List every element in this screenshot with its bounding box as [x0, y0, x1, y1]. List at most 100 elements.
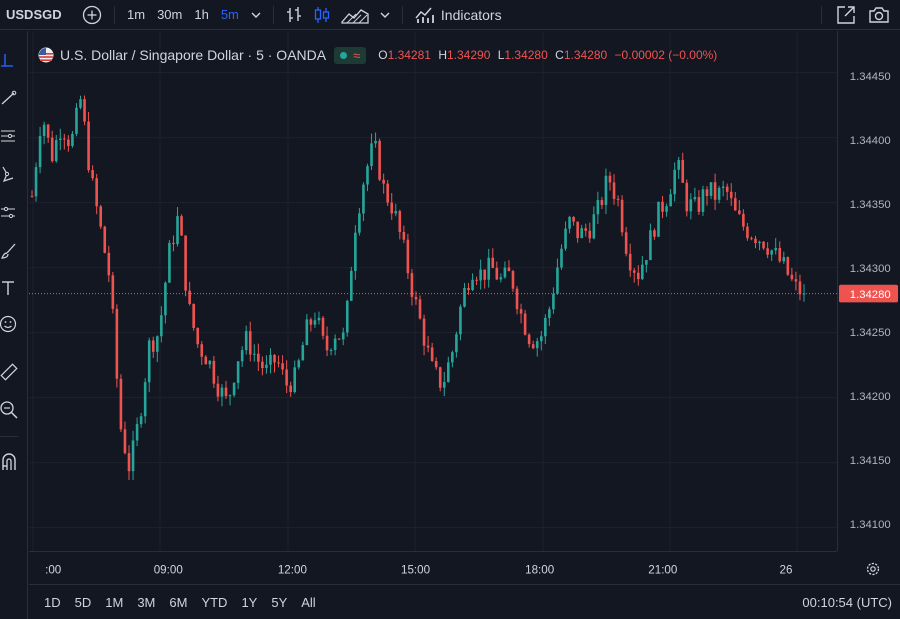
range-1y-button[interactable]: 1Y: [234, 595, 264, 610]
zoom-tool-button[interactable]: [0, 399, 18, 421]
magnet-icon: [2, 453, 16, 470]
chevron-down-icon: [380, 12, 390, 18]
interval-1h-button[interactable]: 1h: [188, 0, 214, 30]
candle: [754, 235, 757, 249]
candle-body: [564, 228, 567, 249]
utc-clock[interactable]: 00:10:54 (UTC): [802, 595, 892, 610]
candle: [261, 356, 264, 376]
time-scale[interactable]: :00 09:00 12:00 15:00 18:00 21:00 26: [29, 551, 837, 584]
chart-title[interactable]: U.S. Dollar / Singapore Dollar · 5 · OAN…: [60, 47, 326, 63]
candle: [786, 256, 790, 277]
candle: [750, 236, 753, 241]
add-symbol-button[interactable]: [76, 0, 108, 30]
candle: [103, 225, 107, 254]
magnet-tool-button[interactable]: [0, 451, 18, 473]
candle: [653, 228, 656, 240]
interval-1m-button[interactable]: 1m: [121, 0, 151, 30]
candle-body: [345, 300, 349, 333]
interval-dropdown-button[interactable]: [245, 0, 267, 30]
candle: [127, 445, 131, 481]
range-ytd-button[interactable]: YTD: [194, 595, 234, 610]
candle-body: [75, 107, 78, 134]
candle: [147, 337, 151, 393]
candle: [236, 361, 240, 390]
candle-body: [370, 143, 373, 167]
candle: [463, 282, 466, 308]
candle: [531, 340, 535, 350]
range-5y-button[interactable]: 5Y: [264, 595, 294, 610]
candle-body: [398, 211, 402, 233]
candle: [645, 259, 648, 273]
candle: [305, 314, 309, 346]
interval-5m-button[interactable]: 5m: [215, 0, 245, 30]
candle: [641, 255, 644, 281]
range-3m-button[interactable]: 3M: [130, 595, 162, 610]
price-tick-label: 1.34150: [850, 455, 891, 467]
candle-body: [127, 453, 131, 472]
candle-body: [568, 216, 571, 229]
candle-body: [657, 201, 660, 237]
indicators-button[interactable]: Indicators: [409, 0, 508, 30]
pattern-tool-button[interactable]: [0, 163, 18, 185]
candle: [192, 303, 195, 331]
candle-body: [535, 341, 539, 349]
symbol-search-button[interactable]: USDSGD: [0, 0, 76, 30]
chart-style-dropdown-button[interactable]: [374, 0, 396, 30]
brush-tool-button[interactable]: [0, 240, 18, 262]
price-chart[interactable]: [29, 31, 837, 551]
candle: [406, 233, 410, 280]
candle-body: [681, 160, 685, 183]
fib-tool-button[interactable]: [0, 125, 18, 147]
candle-body: [204, 356, 208, 365]
candle: [46, 123, 50, 143]
candle-body: [475, 279, 478, 281]
candle: [539, 330, 543, 351]
candle: [281, 355, 284, 375]
zoom-icon: [0, 401, 18, 419]
forecast-tool-button[interactable]: [0, 202, 18, 224]
bar-style-button[interactable]: [280, 0, 308, 30]
candle-body: [188, 290, 191, 304]
candle-body: [196, 327, 200, 345]
candle: [576, 221, 579, 243]
fullscreen-button[interactable]: [828, 0, 864, 30]
range-1m-button[interactable]: 1M: [98, 595, 130, 610]
range-1d-button[interactable]: 1D: [37, 595, 68, 610]
emoji-tool-button[interactable]: [0, 313, 18, 335]
range-6m-button[interactable]: 6M: [162, 595, 194, 610]
text-tool-button[interactable]: [0, 277, 18, 299]
candle-body: [782, 257, 786, 262]
trendline-tool-button[interactable]: [0, 87, 18, 109]
price-scale[interactable]: 1.34450 1.34400 1.34350 1.34300 1.34250 1.342…: [837, 31, 900, 551]
chart-settings-button[interactable]: [864, 560, 882, 578]
candle: [366, 163, 369, 192]
candle: [455, 331, 458, 358]
candle-body: [438, 367, 442, 388]
interval-30m-button[interactable]: 30m: [151, 0, 188, 30]
ruler-icon: [0, 363, 18, 381]
candle-body: [798, 281, 802, 295]
range-5d-button[interactable]: 5D: [68, 595, 99, 610]
candle: [592, 206, 596, 240]
candle: [143, 378, 147, 424]
candle-body: [612, 182, 616, 199]
crosshair-tool-button[interactable]: [0, 49, 18, 71]
interval-label: 1m: [127, 7, 146, 22]
candle-body: [705, 189, 709, 196]
candle-body: [511, 271, 515, 289]
candle-body: [273, 354, 276, 363]
screenshot-button[interactable]: [864, 0, 894, 30]
candle-body: [131, 440, 135, 472]
candle: [337, 338, 341, 341]
candle: [495, 261, 499, 281]
candle-style-button[interactable]: [308, 0, 336, 30]
candle-body: [729, 191, 733, 199]
last-price-label: 1.34280: [850, 289, 891, 301]
range-all-button[interactable]: All: [294, 595, 322, 610]
candle-body: [216, 383, 220, 397]
market-status-badge[interactable]: ≈: [334, 46, 367, 64]
ruler-tool-button[interactable]: [0, 361, 18, 383]
candle-body: [539, 336, 543, 342]
candle-body: [754, 238, 757, 244]
area-style-button[interactable]: [336, 0, 374, 30]
